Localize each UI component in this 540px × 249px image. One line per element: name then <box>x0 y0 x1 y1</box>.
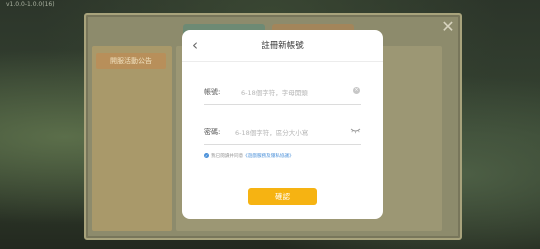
confirm-button[interactable]: 確認 <box>248 188 317 205</box>
eye-closed-icon[interactable] <box>350 128 361 134</box>
agreement-link[interactable]: 《遊戲服務及隱私協議》 <box>243 154 294 159</box>
board-sidebar <box>92 46 172 231</box>
board-sidebar-tag[interactable]: 開服活動公告 <box>96 53 166 69</box>
account-label: 帳號: <box>204 88 221 96</box>
register-modal: ‹ 註冊新帳號 帳號: 6-18個字符，字母開頭 × 密碼: 6-18個字符，區… <box>182 30 383 219</box>
password-field[interactable]: 密碼: 6-18個字符，區分大小寫 <box>204 122 361 145</box>
account-field[interactable]: 帳號: 6-18個字符，字母開頭 × <box>204 82 361 105</box>
check-icon[interactable]: ✓ <box>204 153 209 158</box>
agreement-text: 我已閱讀并同意 <box>211 154 244 159</box>
password-label: 密碼: <box>204 128 221 136</box>
clear-icon[interactable]: × <box>353 87 360 94</box>
agreement-row: ✓ 我已閱讀并同意《遊戲服務及隱私協議》 <box>204 153 294 159</box>
modal-header: ‹ 註冊新帳號 <box>182 30 383 62</box>
password-input[interactable]: 6-18個字符，區分大小寫 <box>235 127 308 137</box>
modal-title: 註冊新帳號 <box>261 41 304 51</box>
close-icon[interactable]: ✕ <box>438 17 458 37</box>
account-input[interactable]: 6-18個字符，字母開頭 <box>241 87 308 97</box>
version-label: v1.0.0-1.0.0(16) <box>6 1 55 8</box>
